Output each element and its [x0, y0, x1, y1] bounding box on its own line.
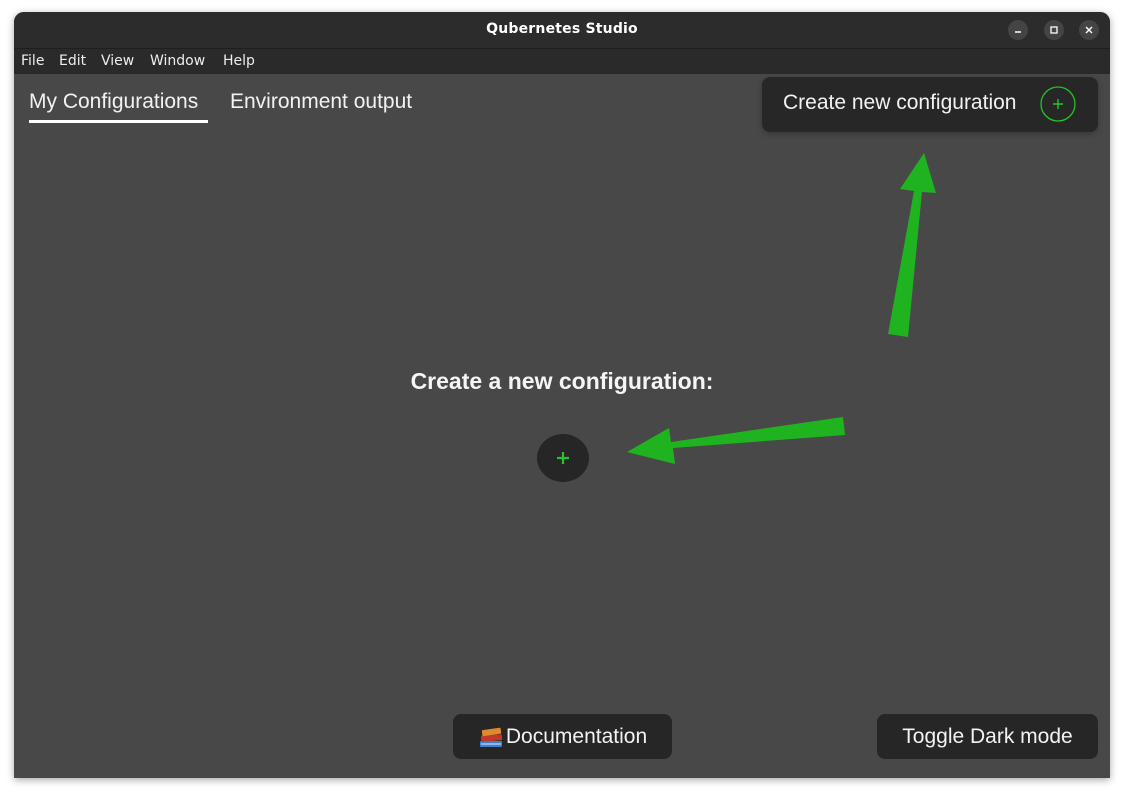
toggle-dark-mode-label: Toggle Dark mode — [902, 724, 1073, 748]
create-new-configuration-button[interactable]: Create new configuration — [762, 77, 1098, 132]
close-button[interactable] — [1079, 20, 1099, 40]
tab-environment-output[interactable]: Environment output — [230, 90, 412, 114]
app-window: Qubernetes Studio File Edit View Window … — [14, 12, 1110, 778]
active-tab-indicator — [29, 120, 208, 123]
create-configuration-heading: Create a new configuration: — [410, 368, 714, 394]
documentation-label: Documentation — [505, 724, 648, 748]
maximize-button[interactable] — [1044, 20, 1064, 40]
title-bar[interactable]: Qubernetes Studio — [14, 12, 1110, 48]
annotation-arrow-up-icon — [888, 153, 936, 337]
documentation-button[interactable]: Documentation — [453, 714, 672, 759]
plus-circle-icon — [1040, 86, 1076, 122]
menu-edit[interactable]: Edit — [59, 53, 86, 69]
window-title: Qubernetes Studio — [486, 21, 638, 37]
tab-my-configurations[interactable]: My Configurations — [29, 90, 198, 114]
add-configuration-button[interactable] — [537, 434, 589, 482]
plus-icon — [557, 452, 569, 464]
close-icon — [1085, 26, 1093, 34]
menu-help[interactable]: Help — [223, 53, 255, 69]
menu-bar: File Edit View Window Help — [14, 48, 1110, 74]
toggle-dark-mode-button[interactable]: Toggle Dark mode — [877, 714, 1098, 759]
create-new-configuration-label: Create new configuration — [783, 91, 1017, 114]
maximize-icon — [1050, 26, 1058, 34]
menu-file[interactable]: File — [21, 53, 44, 69]
books-icon — [479, 727, 502, 747]
minimize-button[interactable] — [1008, 20, 1028, 40]
menu-view[interactable]: View — [101, 53, 134, 69]
minimize-icon — [1015, 31, 1021, 33]
menu-window[interactable]: Window — [150, 53, 205, 69]
annotation-arrow-left-icon — [627, 417, 845, 464]
